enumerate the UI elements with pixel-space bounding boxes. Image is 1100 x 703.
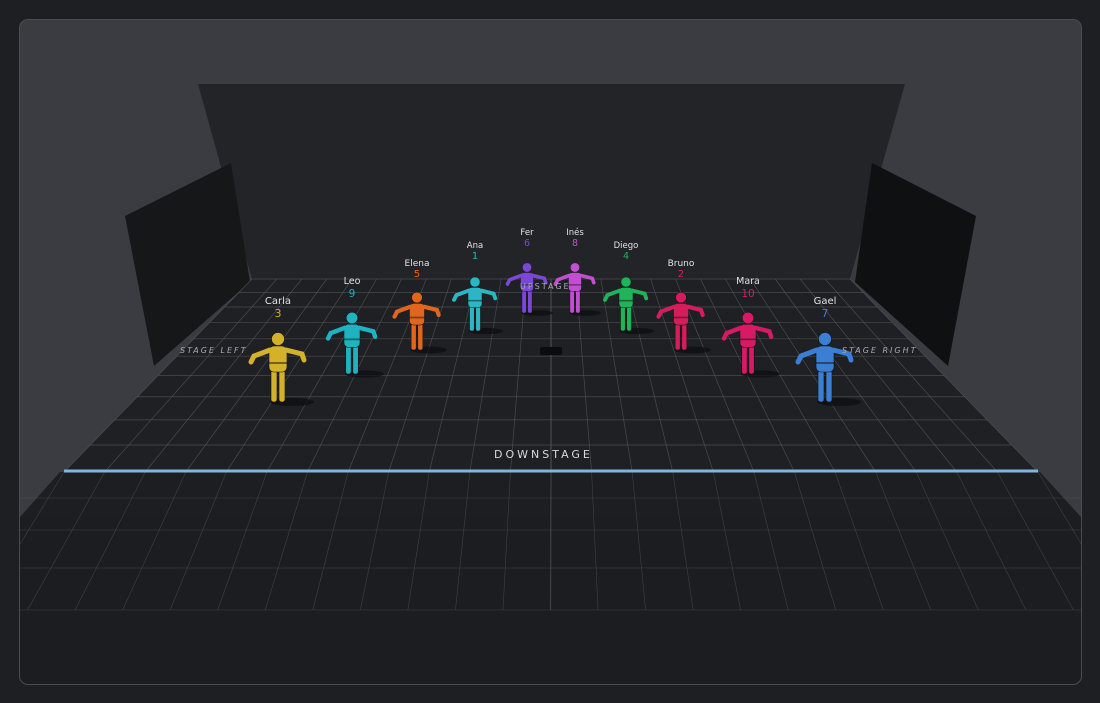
- dancer-number: 3: [274, 306, 282, 320]
- upstage-label: UPSTAGE: [520, 282, 571, 291]
- dancer-number: 4: [622, 250, 630, 262]
- dancer-tag-mara: Mara 10: [736, 276, 760, 300]
- center-mark: [540, 347, 562, 355]
- back-wall: [198, 84, 905, 279]
- dancer-number: 5: [413, 269, 421, 281]
- dancer-number: 1: [471, 250, 479, 262]
- dancer-tag-bruno: Bruno 2: [668, 259, 695, 281]
- dancer-tag-leo: Leo 9: [343, 276, 361, 300]
- dancer-tag-gael: Gael 7: [814, 296, 837, 320]
- dancer-number: 10: [741, 287, 755, 300]
- dancer-number: 9: [348, 287, 356, 300]
- stage-left-label: STAGE LEFT: [180, 346, 248, 355]
- dancer-tag-carla: Carla 3: [265, 296, 291, 320]
- dancer-name: Gael: [813, 296, 837, 307]
- dancer-number: 7: [821, 306, 829, 320]
- dancer-number: 6: [523, 237, 531, 249]
- dancer-number: 8: [571, 237, 579, 249]
- dancer-number: 2: [677, 269, 685, 281]
- downstage-label: DOWNSTAGE: [494, 448, 593, 461]
- dancer-tag-ines: Inés 8: [566, 228, 584, 250]
- dancer-name: Bruno: [667, 259, 695, 269]
- dancer-name: Elena: [404, 259, 430, 269]
- dancer-name: Carla: [264, 296, 292, 307]
- dancer-name: Mara: [736, 276, 760, 287]
- dancer-tag-fer: Fer 6: [520, 228, 533, 250]
- dancer-tag-elena: Elena 5: [405, 259, 430, 281]
- stage-viewport[interactable]: UPSTAGE STAGE LEFT STAGE RIGHT DOWNSTAGE…: [19, 19, 1082, 685]
- stage-right-label: STAGE RIGHT: [842, 346, 918, 355]
- dancer-tag-diego: Diego 4: [614, 241, 639, 263]
- dancer-name: Leo: [343, 276, 361, 287]
- dancer-tag-ana: Ana 1: [467, 241, 483, 263]
